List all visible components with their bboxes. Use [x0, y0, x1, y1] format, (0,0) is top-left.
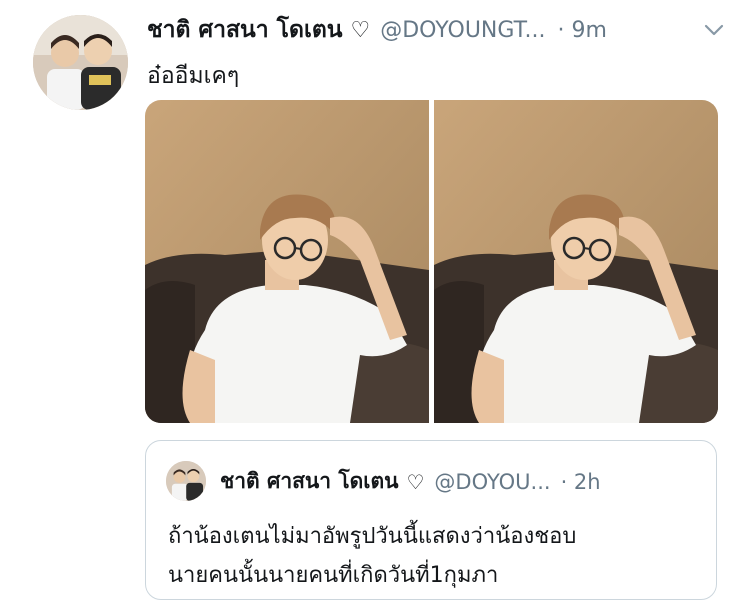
quoted-avatar — [166, 461, 206, 501]
tweet-text: อ๋ออีมเคๆ — [147, 63, 240, 89]
tweet[interactable]: ชาติ ศาสนา โดเตน ♡ @DOYOUNGT... · 9m อ๋อ… — [0, 0, 750, 614]
timestamp[interactable]: · 9m — [557, 18, 606, 43]
quoted-timestamp: · 2h — [560, 469, 601, 494]
quoted-text-line-1: ถ้าน้องเตนไม่มาอัพรูปวันนี้แสดงว่าน้องชอ… — [168, 524, 577, 549]
display-name[interactable]: ชาติ ศาสนา โดเตน — [147, 12, 342, 48]
media-grid — [145, 100, 718, 423]
user-handle[interactable]: @DOYOUNGT... — [380, 18, 545, 43]
quoted-display-name: ชาติ ศาสนา โดเตน — [220, 469, 399, 493]
heart-icon: ♡ — [350, 17, 371, 43]
chevron-down-icon[interactable] — [700, 16, 728, 44]
quoted-header: ชาติ ศาสนา โดเตน ♡ @DOYOU... · 2h — [220, 465, 601, 498]
photo-2[interactable] — [434, 100, 718, 423]
heart-icon: ♡ — [406, 469, 425, 494]
quoted-text-line-2: นายคนนั้นนายคนที่เกิดวันที่1กุมภา — [168, 563, 499, 588]
quoted-handle: @DOYOU... — [434, 469, 551, 494]
tweet-header: ชาติ ศาสนา โดเตน ♡ @DOYOUNGT... · 9m — [147, 12, 737, 48]
quoted-text: ถ้าน้องเตนไม่มาอัพรูปวันนี้แสดงว่าน้องชอ… — [168, 517, 708, 595]
avatar[interactable] — [33, 15, 128, 110]
quoted-tweet[interactable]: ชาติ ศาสนา โดเตน ♡ @DOYOU... · 2h ถ้าน้อ… — [145, 440, 717, 600]
photo-1[interactable] — [145, 100, 429, 423]
